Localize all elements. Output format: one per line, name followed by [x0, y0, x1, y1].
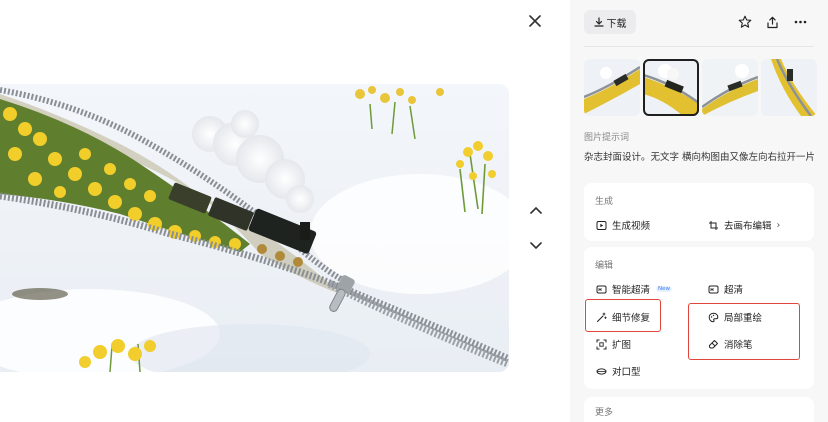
hd-icon	[707, 283, 719, 295]
download-icon	[593, 17, 604, 27]
panel-toolbar: 下载	[570, 0, 828, 46]
prompt-text[interactable]: 杂志封面设计。无文字 横向构图由又像左向右拉开一片白	[584, 149, 814, 163]
thumbnail-strip	[584, 59, 828, 117]
smart-hd-button[interactable]: 智能超清 New	[595, 282, 673, 296]
wand-icon	[595, 311, 607, 323]
hd-button[interactable]: 超清	[707, 282, 743, 296]
generate-video-button[interactable]: 生成视频	[595, 218, 650, 232]
thumbnail-3[interactable]	[702, 59, 758, 116]
close-icon	[529, 15, 541, 27]
generate-title: 生成	[595, 197, 614, 207]
prompt-fade	[584, 164, 814, 172]
prompt-label: 图片提示词	[584, 133, 630, 143]
thumbnail-4[interactable]	[761, 59, 817, 116]
edit-section: 编辑 智能超清 New 超清 细节修复 局部重绘 扩图 消除笔 对口型	[584, 247, 814, 389]
hd-icon	[595, 283, 607, 295]
eraser-button[interactable]: 消除笔	[707, 337, 753, 351]
detail-panel: 下载 图片提示词 杂志封面设计。无文字 横向构图由又像左向右拉开一片白 生成 生…	[570, 0, 828, 422]
image-viewer	[0, 0, 560, 422]
lips-icon	[595, 365, 607, 377]
share-button[interactable]	[761, 11, 783, 33]
lip-sync-label: 对口型	[612, 367, 641, 378]
expand-image-label: 扩图	[612, 340, 632, 351]
inpaint-label: 局部重绘	[724, 313, 763, 324]
favorite-button[interactable]	[734, 11, 756, 33]
thumbnail-2[interactable]	[643, 59, 699, 116]
eraser-icon	[707, 338, 719, 350]
toolbar-divider	[584, 46, 814, 47]
star-icon	[738, 15, 752, 28]
more-section: 更多	[584, 397, 814, 422]
video-icon	[595, 219, 607, 231]
detail-repair-button[interactable]: 细节修复	[595, 310, 650, 324]
image-detail-modal: 下载 图片提示词 杂志封面设计。无文字 横向构图由又像左向右拉开一片白 生成 生…	[0, 0, 828, 422]
palette-icon	[707, 311, 719, 323]
thumbnail-1[interactable]	[584, 59, 640, 116]
canvas-edit-button[interactable]: 去画布编辑 ›	[707, 218, 780, 232]
download-button[interactable]: 下载	[584, 10, 636, 34]
more-options-button[interactable]	[789, 11, 811, 33]
next-image-button[interactable]	[525, 235, 547, 257]
inpaint-button[interactable]: 局部重绘	[707, 310, 762, 324]
new-badge: New	[656, 286, 673, 292]
eraser-label: 消除笔	[724, 340, 753, 351]
chevron-down-icon	[530, 242, 542, 250]
edit-title: 编辑	[595, 261, 614, 271]
canvas-edit-label: 去画布编辑	[724, 221, 772, 232]
close-button[interactable]	[524, 10, 546, 32]
download-label: 下载	[606, 18, 627, 30]
more-icon	[794, 20, 806, 24]
main-image	[0, 84, 509, 372]
generate-section: 生成 生成视频 去画布编辑 ›	[584, 183, 814, 241]
detail-repair-label: 细节修复	[612, 313, 651, 324]
share-icon	[766, 16, 778, 28]
chevron-up-icon	[530, 206, 542, 214]
more-title: 更多	[595, 408, 614, 418]
lip-sync-button[interactable]: 对口型	[595, 364, 641, 378]
smart-hd-label: 智能超清	[612, 285, 651, 296]
chevron-right-icon: ›	[776, 219, 781, 231]
previous-image-button[interactable]	[525, 199, 547, 221]
canvas-icon	[707, 219, 719, 231]
generate-video-label: 生成视频	[612, 221, 651, 232]
expand-image-button[interactable]: 扩图	[595, 337, 631, 351]
expand-icon	[595, 338, 607, 350]
hd-label: 超清	[724, 285, 744, 296]
